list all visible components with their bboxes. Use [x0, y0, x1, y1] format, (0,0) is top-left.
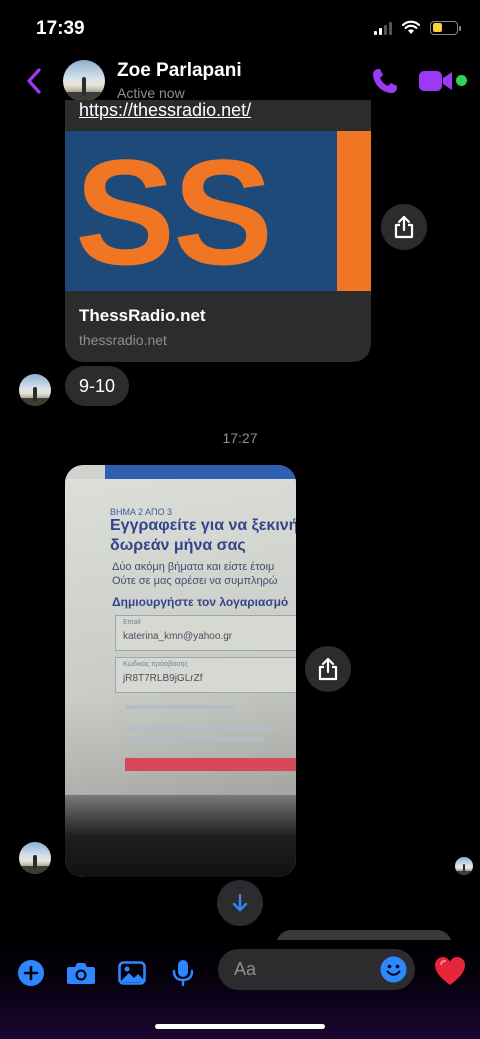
camera-button[interactable] — [66, 958, 96, 988]
camera-icon — [67, 963, 95, 984]
photo-message[interactable]: ΒΗΜΑ 2 ΑΠΟ 3 Εγγραφείτε για να ξεκινήσ δ… — [65, 465, 296, 877]
photo-password-value: jR8T7RLB9jGLrZf — [123, 673, 203, 684]
contact-name[interactable]: Zoe Parlapani — [117, 60, 242, 82]
contact-status: Active now — [117, 85, 185, 101]
message-input-wrap[interactable] — [218, 949, 415, 990]
wifi-icon — [401, 20, 421, 34]
emoji-icon[interactable] — [380, 956, 407, 983]
read-receipt-avatar — [455, 857, 473, 875]
scroll-to-bottom-button[interactable] — [217, 880, 263, 926]
online-status-dot — [456, 75, 467, 86]
gallery-icon — [118, 961, 146, 985]
plus-icon — [18, 960, 44, 986]
status-icons — [374, 20, 461, 35]
photo-heading-line2: δωρεάν μήνα σας — [110, 537, 246, 554]
arrow-down-icon — [232, 893, 248, 912]
photo-step-text: ΒΗΜΑ 2 ΑΠΟ 3 — [110, 507, 173, 517]
plus-button[interactable] — [16, 958, 46, 988]
message-composer — [0, 940, 480, 1039]
microphone-button[interactable] — [168, 958, 198, 988]
photo-subheading: Δημιουργήστε τον λογαριασμό — [112, 595, 289, 609]
link-domain: thessradio.net — [79, 332, 167, 348]
video-camera-icon[interactable] — [418, 68, 454, 94]
battery-icon — [430, 20, 461, 35]
photo-email-value: katerina_kmn@yahoo.gr — [123, 631, 233, 642]
status-bar: 17:39 — [0, 0, 480, 56]
conversation-header: Zoe Parlapani Active now — [0, 56, 480, 106]
link-url[interactable]: https://thessradio.net/ — [79, 100, 251, 121]
share-icon — [394, 215, 414, 239]
photo-email-field: Email katerina_kmn@yahoo.gr — [115, 615, 296, 651]
message-timestamp: 17:27 — [222, 430, 258, 446]
photo-email-label: Email — [123, 619, 141, 626]
share-button[interactable] — [381, 204, 427, 250]
photo-paragraph-line2: Ούτε σε μας αρέσει να συμπληρώ — [112, 575, 278, 587]
share-icon — [318, 657, 338, 681]
avatar[interactable] — [63, 60, 105, 102]
photo-password-field: Κωδικός πρόσβασης jR8T7RLB9jGLrZf — [115, 657, 296, 693]
cellular-signal-icon — [374, 21, 392, 35]
message-bubble[interactable]: 9-10 — [65, 366, 130, 406]
link-preview-card[interactable]: https://thessradio.net/ SS ThessRadio.ne… — [65, 100, 371, 362]
message-input[interactable] — [234, 949, 374, 990]
microphone-icon — [172, 960, 194, 987]
photo-paragraph-line1: Δύο ακόμη βήματα και είστε έτοιμ — [112, 561, 275, 573]
link-image-text: SS — [75, 131, 273, 291]
phone-icon[interactable] — [370, 66, 400, 96]
status-time: 17:39 — [36, 18, 85, 39]
chevron-left-icon[interactable] — [22, 66, 46, 96]
link-preview-image[interactable]: SS — [65, 131, 371, 291]
gallery-button[interactable] — [117, 958, 147, 988]
avatar[interactable] — [19, 842, 51, 874]
link-title: ThessRadio.net — [79, 306, 206, 325]
avatar[interactable] — [19, 374, 51, 406]
heart-icon[interactable] — [433, 955, 467, 987]
share-button[interactable] — [305, 646, 351, 692]
photo-password-label: Κωδικός πρόσβασης — [123, 661, 188, 668]
home-indicator — [155, 1024, 325, 1029]
photo-heading-line1: Εγγραφείτε για να ξεκινήσ — [110, 517, 296, 534]
